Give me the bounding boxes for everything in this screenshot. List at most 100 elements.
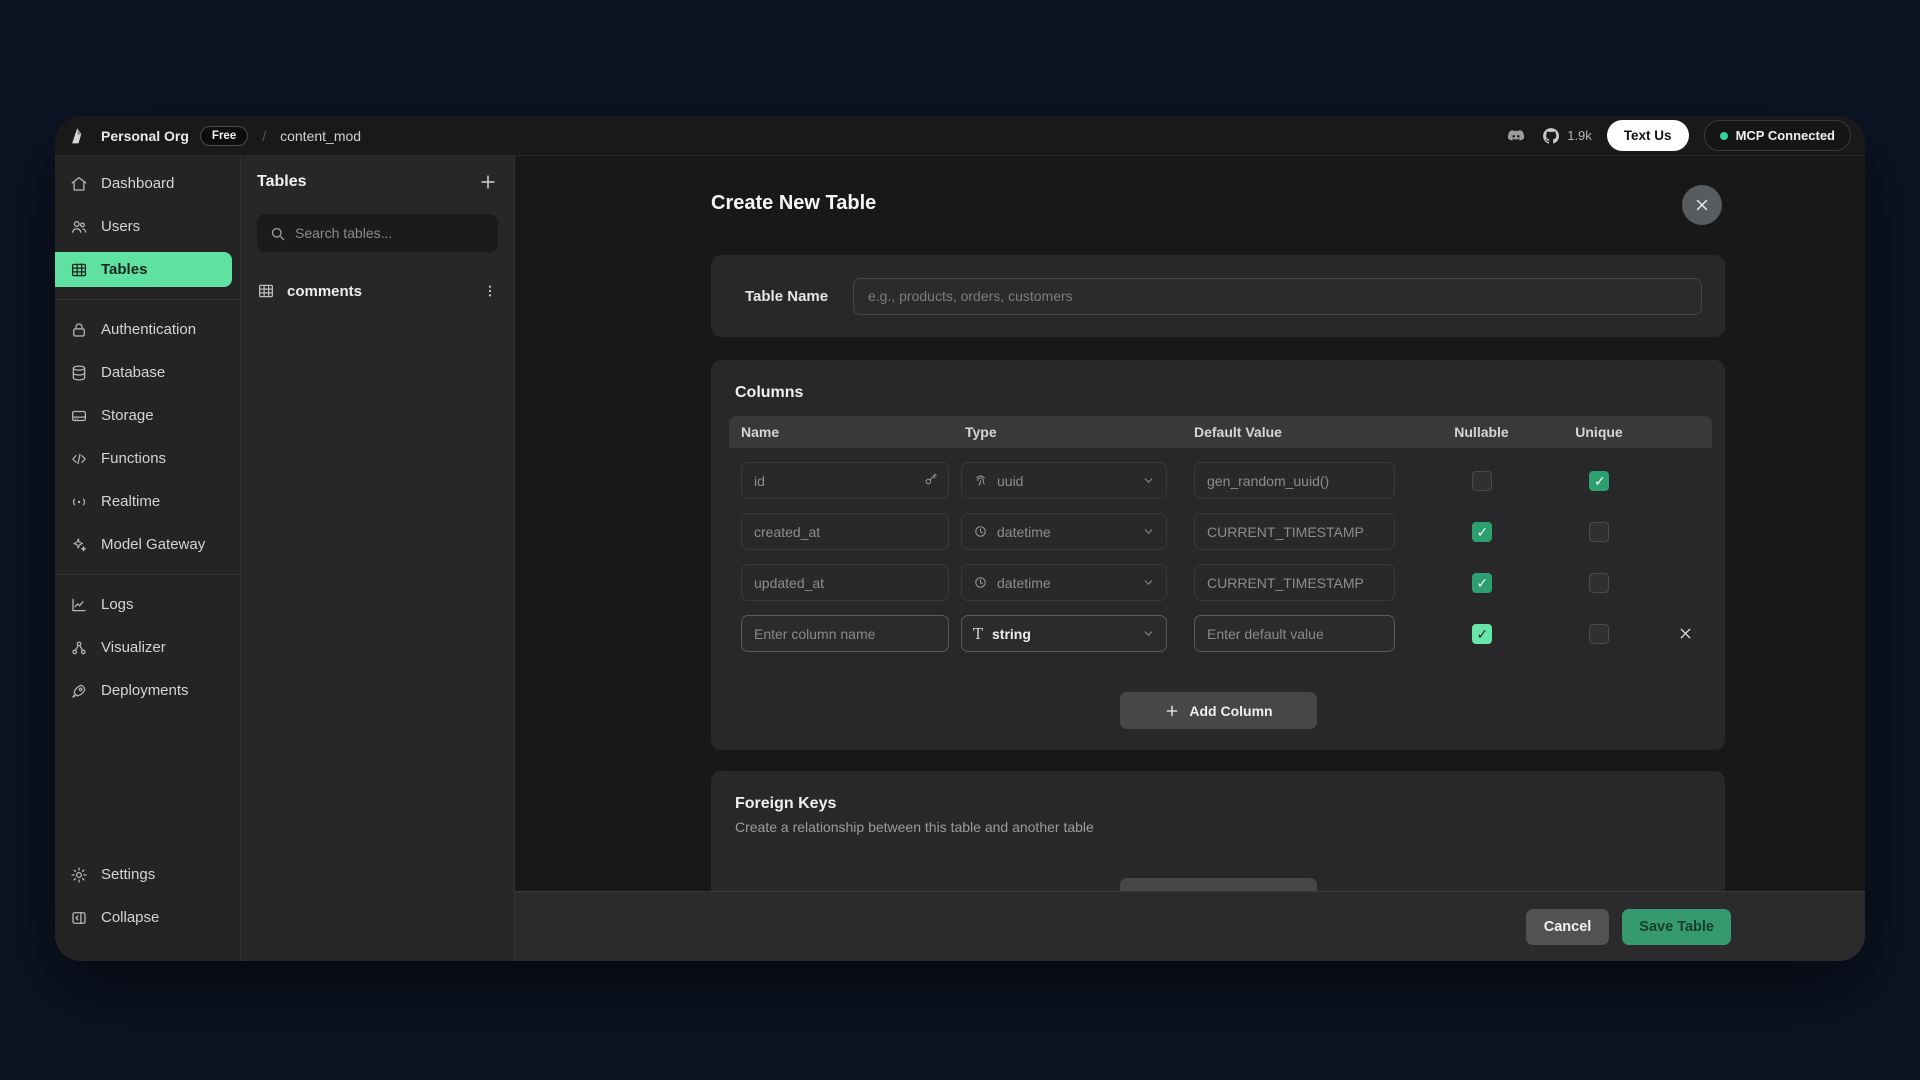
sidebar-item-deployments[interactable]: Deployments [55,673,240,708]
sidebar-item-label: Collapse [101,909,159,926]
clock-icon [973,575,988,590]
sidebar-item-label: Settings [101,866,155,883]
new-column-default-input[interactable] [1194,615,1395,652]
sidebar-item-visualizer[interactable]: Visualizer [55,630,240,665]
column-default-input[interactable] [1194,564,1395,601]
status-dot-icon [1720,132,1728,140]
plus-icon [1164,703,1180,719]
nullable-checkbox[interactable] [1472,573,1492,593]
top-bar: Personal Org Free / content_mod 1.9k Tex… [55,116,1865,156]
table-name-input[interactable] [853,278,1702,315]
search-icon [269,225,286,242]
sidebar-item-database[interactable]: Database [55,355,240,390]
add-table-button[interactable] [478,172,498,192]
columns-card: Columns Name Type Default Value Nullable… [711,360,1725,750]
sidebar-item-label: Model Gateway [101,536,205,553]
home-icon [70,175,88,193]
app-logo-icon[interactable] [68,125,90,147]
unique-checkbox[interactable] [1589,573,1609,593]
table-name-label: Table Name [745,288,853,305]
column-type-select[interactable]: datetime [961,564,1167,601]
app-window: Personal Org Free / content_mod 1.9k Tex… [55,116,1865,961]
unique-checkbox[interactable] [1589,624,1609,644]
rocket-icon [70,682,88,700]
github-stars[interactable]: 1.9k [1541,126,1592,146]
table-name-card: Table Name [711,255,1725,337]
header-default-value: Default Value [1194,424,1424,440]
nullable-checkbox[interactable] [1472,471,1492,491]
sidebar-item-functions[interactable]: Functions [55,441,240,476]
add-column-button[interactable]: Add Column [1120,692,1317,729]
sidebar-item-label: Users [101,218,140,235]
column-type-value: datetime [997,524,1133,540]
database-icon [70,364,88,382]
columns-table: Name Type Default Value Nullable Unique [729,416,1712,652]
new-column-name-input[interactable] [741,615,949,652]
foreign-keys-subtitle: Create a relationship between this table… [711,813,1725,835]
clock-icon [973,524,988,539]
text-us-button[interactable]: Text Us [1607,120,1689,151]
kebab-menu-icon[interactable] [482,283,498,299]
sparkles-icon [70,536,88,554]
nullable-checkbox[interactable] [1472,624,1492,644]
chevron-down-icon [1142,474,1155,487]
unique-checkbox[interactable] [1589,471,1609,491]
search-tables-box[interactable] [257,214,498,252]
sidebar-spacer [55,716,240,857]
network-icon [70,639,88,657]
sidebar-item-label: Visualizer [101,639,166,656]
table-list-item-comments[interactable]: comments [241,272,514,310]
column-default-input[interactable] [1194,462,1395,499]
chevron-down-icon [1142,525,1155,538]
sidebar-divider [55,299,240,300]
table-icon [257,282,275,300]
table-icon [70,261,88,279]
column-type-select[interactable]: uuid [961,462,1167,499]
storage-icon [70,407,88,425]
save-table-button[interactable]: Save Table [1622,909,1731,945]
org-name[interactable]: Personal Org [101,128,189,144]
nullable-checkbox[interactable] [1472,522,1492,542]
sidebar: Dashboard Users Tables Authentication Da… [55,156,241,961]
breadcrumb-separator: / [262,128,266,144]
column-name-input[interactable] [741,513,949,550]
sidebar-item-tables[interactable]: Tables [55,252,232,287]
sidebar-item-realtime[interactable]: Realtime [55,484,240,519]
sidebar-item-authentication[interactable]: Authentication [55,312,240,347]
sidebar-divider [55,574,240,575]
close-modal-button[interactable] [1682,185,1722,225]
sidebar-item-collapse[interactable]: Collapse [55,900,240,935]
mcp-status-badge[interactable]: MCP Connected [1704,120,1851,151]
column-name-input[interactable] [741,564,949,601]
discord-icon[interactable] [1506,126,1526,146]
sidebar-item-label: Dashboard [101,175,174,192]
new-column-type-select[interactable]: T string [961,615,1167,652]
sidebar-item-dashboard[interactable]: Dashboard [55,166,240,201]
column-name-input[interactable] [741,462,949,499]
header-name: Name [729,424,961,440]
column-type-value: uuid [997,473,1133,489]
foreign-keys-heading: Foreign Keys [711,771,1725,813]
chevron-down-icon [1142,627,1155,640]
gear-icon [70,866,88,884]
cancel-button[interactable]: Cancel [1526,909,1610,945]
lock-icon [70,321,88,339]
sidebar-item-label: Storage [101,407,154,424]
sidebar-item-users[interactable]: Users [55,209,240,244]
column-type-select[interactable]: datetime [961,513,1167,550]
column-row-created-at: datetime [729,513,1712,550]
column-row-id: uuid [729,462,1712,499]
sidebar-item-storage[interactable]: Storage [55,398,240,433]
breadcrumb: Personal Org Free / content_mod [55,125,361,147]
column-default-input[interactable] [1194,513,1395,550]
sidebar-item-settings[interactable]: Settings [55,857,240,892]
unique-checkbox[interactable] [1589,522,1609,542]
project-name[interactable]: content_mod [280,128,361,144]
columns-table-header: Name Type Default Value Nullable Unique [729,416,1712,448]
sidebar-item-model-gateway[interactable]: Model Gateway [55,527,240,562]
sidebar-item-label: Tables [101,261,147,278]
search-tables-input[interactable] [295,225,486,241]
create-table-view: Create New Table Table Name Columns Name… [515,156,1865,961]
sidebar-item-logs[interactable]: Logs [55,587,240,622]
remove-column-button[interactable] [1677,625,1694,642]
